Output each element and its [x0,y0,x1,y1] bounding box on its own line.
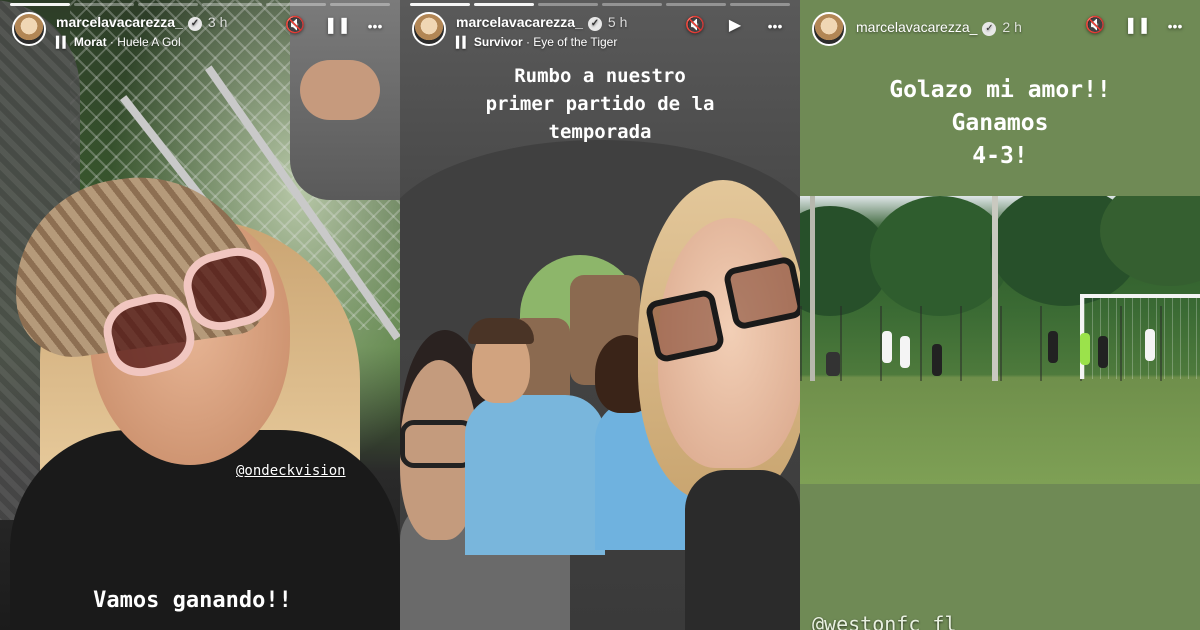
verified-icon: ✓ [187,17,202,31]
pause-icon[interactable]: ❚❚ [324,12,351,40]
music-label[interactable]: ▍▍ Morat · Huele A Gol [56,35,181,49]
progress-segment [10,3,70,6]
username-text[interactable]: marcelavacarezza_ [856,19,977,35]
progress-segment [602,3,662,6]
music-icon: ▍▍ [56,37,71,49]
story-controls: 🔇 ▶ ••• [684,12,786,40]
goalkeeper [1080,333,1090,365]
music-song: Eye of the Tiger [533,35,618,49]
story-header: marcelavacarezza_ ✓ 5 h ▍▍ Survivor · Eye o… [410,10,790,50]
story-caption: Golazo mi amor!! Ganamos 4-3! [889,77,1111,169]
story-caption: Rumbo a nuestro primer partido de la tem… [485,65,715,143]
player [826,352,840,376]
story-card-2[interactable]: Rumbo a nuestro primer partido de la tem… [400,0,800,630]
username[interactable]: marcelavacarezza_ ✓ 3 h [56,14,227,31]
sunglasses-right [722,255,800,331]
progress-segment [666,3,726,6]
progress-bar [410,3,790,6]
player [1145,329,1155,361]
play-icon[interactable]: ▶ [724,12,746,40]
username[interactable]: marcelavacarezza_ ✓ 5 h [456,14,627,31]
music-song: Huele A Gol [117,35,181,49]
progress-bar [10,3,390,6]
story-header: marcelavacarezza_ ✓ 2 h 🔇 ❚❚ ••• [810,10,1190,50]
tree [870,196,1010,316]
time-ago: 3 h [207,14,228,30]
music-artist: Morat [73,35,107,49]
mute-icon[interactable]: 🔇 [284,12,306,40]
time-ago: 5 h [607,14,628,30]
more-options-icon[interactable]: ••• [1164,12,1186,40]
story-header: marcelavacarezza_ ✓ 3 h ▍▍ Morat · Huele A … [10,10,390,50]
avatar[interactable] [812,12,846,46]
man-glasses [400,420,475,468]
mute-icon[interactable]: 🔇 [684,12,706,40]
username-text[interactable]: marcelavacarezza_ [56,14,183,30]
mention-sticker[interactable]: @ondeckvision [236,463,346,479]
verified-icon: ✓ [587,17,602,31]
player [882,331,892,363]
teen-hair [468,318,534,344]
teen-shirt [465,395,605,555]
player [1098,336,1108,368]
progress-segment [330,3,390,6]
progress-segment [538,3,598,6]
progress-segment [410,3,470,6]
mention-sticker[interactable]: @westonfc_fl [812,612,957,630]
time-ago: 2 h [1002,19,1022,35]
avatar[interactable] [12,12,46,46]
mute-icon[interactable]: 🔇 [1084,12,1106,40]
music-artist: Survivor [473,35,523,49]
pause-icon[interactable]: ❚❚ [1124,12,1151,40]
person-arm [300,60,380,120]
story-controls: 🔇 ❚❚ ••• [284,12,386,40]
verified-icon: ✓ [982,22,997,36]
story-controls: 🔇 ❚❚ ••• [1084,12,1186,40]
more-options-icon[interactable]: ••• [764,12,786,40]
story-caption: Vamos ganando!! [93,588,292,613]
story-card-1[interactable]: @ondeckvision Vamos ganando!! marcelavac… [0,0,400,630]
progress-segment [474,3,534,6]
progress-segment [74,3,134,6]
story-card-3[interactable]: Golazo mi amor!! Ganamos 4-3! @westonfc_… [800,0,1200,630]
music-label[interactable]: ▍▍ Survivor · Eye of the Tiger [456,35,617,49]
username[interactable]: marcelavacarezza_ ✓ 2 h [856,19,1022,36]
progress-segment [138,3,198,6]
more-options-icon[interactable]: ••• [364,12,386,40]
username-text[interactable]: marcelavacarezza_ [456,14,583,30]
progress-segment [730,3,790,6]
player [1048,331,1058,363]
music-icon: ▍▍ [456,37,471,49]
player [932,344,942,376]
woman-shirt [685,470,800,630]
progress-segment [202,3,262,6]
story-photo [800,196,1200,484]
progress-segment [266,3,326,6]
player [900,336,910,368]
avatar[interactable] [412,12,446,46]
